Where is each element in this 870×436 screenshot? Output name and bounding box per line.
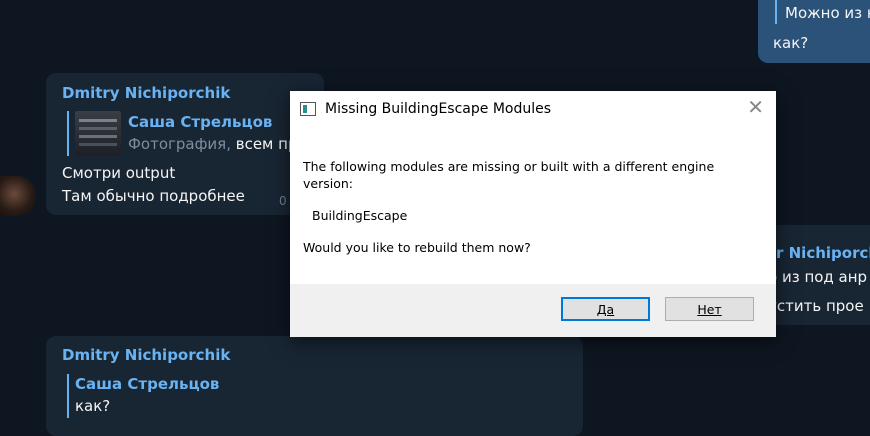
reply-sender-name: Саша Стрельцов xyxy=(75,375,220,393)
reply-snippet: всем пр xyxy=(235,135,298,153)
reply-text: Фотография, всем пр xyxy=(128,135,297,153)
reply-bar xyxy=(775,0,777,24)
message-bubble-top-right: Можно из н как? xyxy=(758,0,870,63)
reply-text: о из под анр xyxy=(768,268,868,286)
message-text: устить прое xyxy=(768,297,864,315)
dialog-title: Missing BuildingEscape Modules xyxy=(325,101,552,117)
reply-photo-thumbnail xyxy=(75,111,121,156)
reply-media-label: Фотография, xyxy=(128,135,236,153)
app-window-icon xyxy=(300,102,316,116)
dialog-button-bar: Да Нет xyxy=(290,284,776,337)
message-line-2: Там обычно подробнее xyxy=(62,187,245,205)
yes-button-label: Да xyxy=(596,301,615,317)
no-button-label: Нет xyxy=(697,301,722,317)
reply-text: Можно из н xyxy=(785,4,870,22)
dialog-question: Would you like to rebuild them now? xyxy=(303,240,531,255)
missing-modules-dialog: Missing BuildingEscape Modules ✕ The fol… xyxy=(290,91,776,337)
dialog-message-line-1: The following modules are missing or bui… xyxy=(303,159,715,174)
yes-button[interactable]: Да xyxy=(561,297,650,321)
sender-name[interactable]: Dmitry Nichiporchik xyxy=(62,346,230,364)
message-line-1: Смотри output xyxy=(62,164,176,182)
reply-bar xyxy=(67,374,69,418)
no-button[interactable]: Нет xyxy=(665,297,754,321)
sender-name[interactable]: r Nichiporchi xyxy=(776,244,870,262)
close-icon[interactable]: ✕ xyxy=(747,97,764,117)
message-text: как? xyxy=(773,34,809,52)
sender-name[interactable]: Dmitry Nichiporchik xyxy=(62,84,230,102)
missing-module-name: BuildingEscape xyxy=(312,208,408,223)
message-time: 0 xyxy=(279,194,287,208)
reply-bar xyxy=(67,111,69,156)
reply-text: как? xyxy=(75,397,111,415)
dialog-message-line-2: version: xyxy=(303,176,353,191)
reply-sender-name: Саша Стрельцов xyxy=(128,113,273,131)
avatar[interactable] xyxy=(0,176,36,216)
